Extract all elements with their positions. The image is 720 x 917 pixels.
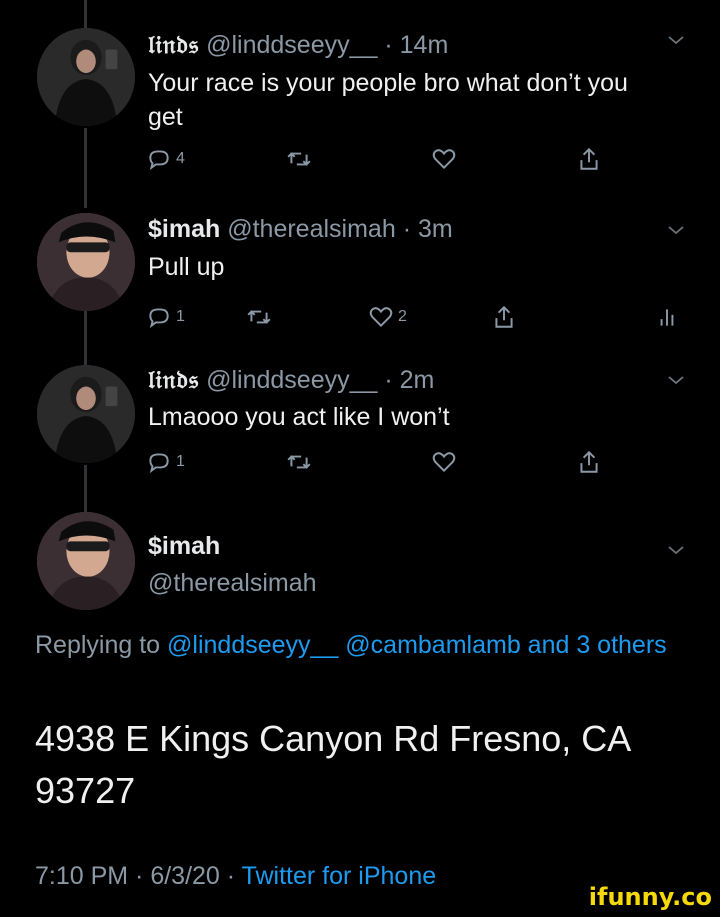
share-button[interactable] [576, 448, 602, 476]
reply-button[interactable]: 1 [146, 303, 185, 331]
chevron-down-icon[interactable] [666, 540, 686, 563]
display-name[interactable]: 𝔩𝔦𝔫𝔡𝔰 [148, 30, 199, 59]
user-handle[interactable]: @linddseeyy__ [206, 31, 377, 59]
reply-button[interactable]: 4 [146, 145, 185, 173]
avatar-photo-icon [37, 365, 135, 463]
avatar[interactable] [37, 365, 135, 463]
reply-icon [149, 453, 169, 474]
tweet-text: Your race is your people bro what don’t … [148, 69, 628, 131]
retweet-icon [287, 455, 311, 469]
reply-count: 4 [176, 150, 185, 167]
share-icon [495, 305, 513, 328]
user-handle[interactable]: @therealsimah [227, 215, 396, 243]
avatar-photo-icon [37, 28, 135, 126]
main-tweet: $imah @therealsimah Replying to @linddse… [0, 510, 720, 917]
retweet-button[interactable] [286, 145, 312, 173]
share-icon [580, 147, 598, 170]
avatar[interactable] [37, 213, 135, 311]
user-handle[interactable]: @linddseeyy__ [206, 366, 377, 394]
like-count: 2 [398, 308, 407, 325]
replying-users-link[interactable]: @linddseeyy__ @cambamlamb and 3 others [167, 631, 667, 659]
heart-icon [432, 452, 456, 473]
like-button[interactable] [431, 448, 457, 476]
separator: · [384, 31, 393, 59]
analytics-button[interactable] [654, 303, 680, 331]
avatar[interactable] [37, 512, 135, 610]
chevron-down-icon[interactable] [666, 370, 686, 393]
replying-prefix: Replying to [35, 631, 161, 659]
heart-icon [432, 149, 456, 170]
retweet-icon [287, 152, 311, 166]
chevron-down-icon[interactable] [666, 30, 686, 53]
share-button[interactable] [576, 145, 602, 173]
share-icon [580, 450, 598, 473]
separator: · [402, 215, 412, 243]
avatar-photo-icon [37, 512, 135, 610]
avatar-photo-icon [37, 213, 135, 311]
analytics-icon [660, 309, 674, 326]
heart-icon [369, 307, 393, 328]
watermark-logo: ifunny.co [588, 883, 712, 911]
reply-count: 1 [176, 453, 185, 470]
tweet-text: 4938 E Kings Canyon Rd Fresno, CA 93727 [35, 718, 630, 811]
display-name[interactable]: 𝔩𝔦𝔫𝔡𝔰 [148, 365, 199, 394]
tweet[interactable]: $imah @therealsimah · 3m Pull up 1 2 [0, 200, 720, 360]
chevron-down-icon[interactable] [666, 220, 686, 243]
tweet-text: Lmaooo you act like I won’t [148, 403, 450, 431]
user-handle[interactable]: @therealsimah [148, 569, 317, 598]
like-button[interactable]: 2 [368, 303, 407, 331]
tweet-time[interactable]: 14m [400, 31, 449, 59]
replying-to: Replying to @linddseeyy__ @cambamlamb an… [35, 626, 675, 664]
action-bar: 1 [146, 448, 616, 478]
retweet-button[interactable] [246, 303, 272, 331]
client-link[interactable]: Twitter for iPhone [242, 862, 437, 890]
like-button[interactable] [431, 145, 457, 173]
retweet-button[interactable] [286, 448, 312, 476]
tweet-timestamp[interactable]: 7:10 PM · 6/3/20 · [35, 862, 242, 890]
reply-button[interactable]: 1 [146, 448, 185, 476]
separator: · [384, 366, 393, 394]
reply-count: 1 [176, 308, 185, 325]
reply-icon [149, 308, 169, 329]
reply-icon [149, 150, 169, 171]
avatar[interactable] [37, 28, 135, 126]
display-name[interactable]: $imah [148, 532, 317, 561]
tweet-metadata: 7:10 PM · 6/3/20 · Twitter for iPhone [35, 862, 436, 891]
tweet[interactable]: 𝔩𝔦𝔫𝔡𝔰 @linddseeyy__ · 14m Your race is y… [0, 0, 720, 200]
action-bar: 4 [146, 145, 616, 175]
retweet-icon [247, 310, 271, 324]
share-button[interactable] [491, 303, 517, 331]
action-bar: 1 2 [146, 303, 674, 333]
display-name[interactable]: $imah [148, 215, 220, 243]
tweet-time[interactable]: 2m [400, 366, 435, 394]
tweet-text: Pull up [148, 253, 225, 281]
tweet[interactable]: 𝔩𝔦𝔫𝔡𝔰 @linddseeyy__ · 2m Lmaooo you act … [0, 360, 720, 510]
tweet-time[interactable]: 3m [418, 215, 453, 243]
